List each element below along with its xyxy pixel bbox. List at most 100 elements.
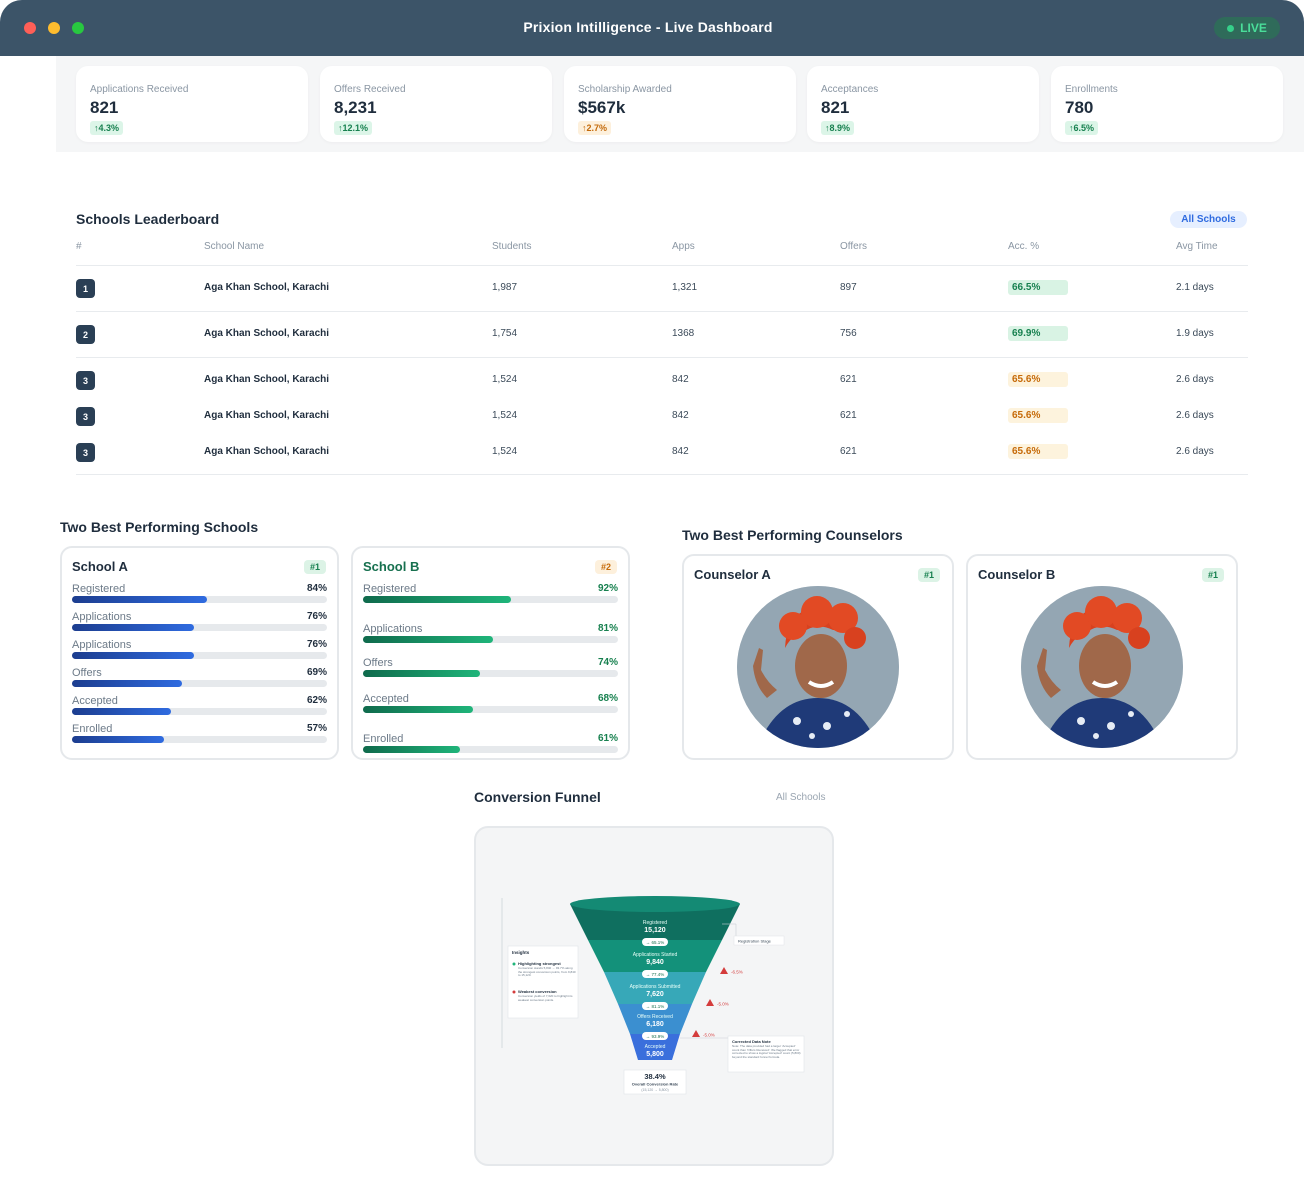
kpi-card-acceptances[interactable]: Acceptances 821 ↑8.9% xyxy=(807,66,1039,142)
rank-badge: 2 xyxy=(76,325,95,344)
window-title: Prixion Intilligence - Live Dashboard xyxy=(523,19,773,35)
stage-value: 7,620 xyxy=(646,991,664,998)
kpi-card-offers[interactable]: Offers Received 8,231 ↑12.1% xyxy=(320,66,552,142)
metric-value: 84% xyxy=(306,583,327,594)
metric-label: Applications xyxy=(363,623,423,635)
students-cell: 1,754 xyxy=(492,328,518,339)
column-header-apps[interactable]: Apps xyxy=(672,241,695,252)
apps-cell: 842 xyxy=(672,374,689,385)
kpi-label: Scholarship Awarded xyxy=(578,84,672,95)
metric-progress-track xyxy=(363,670,618,677)
avg-time-cell: 2.6 days xyxy=(1176,410,1214,421)
kpi-label: Acceptances xyxy=(821,84,879,95)
header-divider xyxy=(76,265,1248,266)
stage-value: 5,800 xyxy=(646,1051,664,1058)
leaderboard-title: Schools Leaderboard xyxy=(76,211,220,227)
metric-label: Enrolled xyxy=(363,733,404,745)
students-cell: 1,524 xyxy=(492,410,518,421)
kpi-value: 8,231 xyxy=(334,98,377,117)
metric-label: Enrolled xyxy=(72,723,113,735)
metric-label: Applications xyxy=(72,639,132,651)
kpi-card-enrollments[interactable]: Enrollments 780 ↑6.5% xyxy=(1051,66,1283,142)
insight-strong-text: Conversion stands 5,840 → 93.7% along th… xyxy=(518,967,576,978)
strong-dot-icon xyxy=(512,962,516,966)
metric-progress-fill xyxy=(363,670,480,677)
drop-rate: -5.0% xyxy=(703,1033,715,1038)
metric-progress-fill xyxy=(363,706,473,713)
overall-label: Overall Conversion Rate xyxy=(632,1082,679,1087)
counselor-card-b[interactable]: Counselor B #1 xyxy=(966,554,1238,760)
metric-progress-track xyxy=(363,636,618,643)
metric-label: Offers xyxy=(363,657,393,669)
drop-rate: -6.5% xyxy=(731,970,743,975)
metric-progress-fill xyxy=(72,596,207,603)
school-name-cell: Aga Khan School, Karachi xyxy=(204,410,330,421)
kpi-change-badge: ↑4.3% xyxy=(90,121,124,135)
metric-progress-track xyxy=(72,652,327,659)
kpi-label: Offers Received xyxy=(334,84,406,95)
metric-progress-fill xyxy=(363,596,511,603)
kpi-change-badge: ↑12.1% xyxy=(334,121,373,135)
metric-value: 92% xyxy=(597,583,618,594)
column-header-acceptance[interactable]: Acc. % xyxy=(1008,241,1039,252)
metric-value: 76% xyxy=(306,639,327,650)
conversion-rate-chip: → 93.9% xyxy=(646,1034,665,1039)
metric-value: 68% xyxy=(597,693,618,704)
dashboard-window: Prixion Intilligence - Live Dashboard LI… xyxy=(0,0,1304,1184)
metric-progress-fill xyxy=(363,636,493,643)
school-card-b[interactable]: School B #2 Registered 92% Applications 81%… xyxy=(351,546,630,760)
conversion-rate-chip: → 65.1% xyxy=(646,940,665,945)
note-text: Note: The data provided had a larger 'Ac… xyxy=(732,1045,801,1059)
metric-progress-fill xyxy=(72,736,164,743)
counselor-avatar xyxy=(737,586,899,748)
acceptance-badge: 66.5% xyxy=(1008,280,1068,295)
live-label: LIVE xyxy=(1240,21,1267,35)
metric-value: 57% xyxy=(306,723,327,734)
column-header-school[interactable]: School Name xyxy=(204,241,264,252)
column-header-rank: # xyxy=(76,241,82,252)
school-card-a[interactable]: School A #1 Registered 84% Applications 76%… xyxy=(60,546,339,760)
school-name: School A xyxy=(72,559,128,574)
best-schools-title: Two Best Performing Schools xyxy=(60,519,259,535)
column-header-offers[interactable]: Offers xyxy=(840,241,867,252)
counselor-name: Counselor B xyxy=(978,567,1056,582)
metric-progress-track xyxy=(72,708,327,715)
kpi-value: 780 xyxy=(1065,98,1094,117)
funnel-filter-label[interactable]: All Schools xyxy=(776,792,825,803)
students-cell: 1,524 xyxy=(492,446,518,457)
avg-time-cell: 2.6 days xyxy=(1176,446,1214,457)
students-cell: 1,524 xyxy=(492,374,518,385)
counselor-card-a[interactable]: Counselor A #1 xyxy=(682,554,954,760)
insight-strong-title: Highlighting strongest xyxy=(518,961,561,966)
live-dot-icon xyxy=(1227,24,1235,32)
column-header-students[interactable]: Students xyxy=(492,241,531,252)
metric-value: 69% xyxy=(306,667,327,678)
column-header-avg-time[interactable]: Avg Time xyxy=(1176,241,1218,252)
metric-progress-track xyxy=(363,706,618,713)
metric-progress-fill xyxy=(72,680,182,687)
leaderboard-filter-button[interactable]: All Schools xyxy=(1170,211,1247,228)
stage-value: 9,840 xyxy=(646,959,664,966)
warning-icon xyxy=(692,1030,700,1037)
rank-badge: 3 xyxy=(76,443,95,462)
live-badge: LIVE xyxy=(1214,17,1280,39)
funnel-title: Conversion Funnel xyxy=(474,789,601,805)
kpi-card-scholarship[interactable]: Scholarship Awarded $567k ↑2.7% xyxy=(564,66,796,142)
metric-progress-track xyxy=(72,736,327,743)
stage-label: Registered xyxy=(643,920,667,926)
acceptance-badge: 65.6% xyxy=(1008,408,1068,423)
offers-cell: 756 xyxy=(840,328,857,339)
metric-label: Registered xyxy=(72,583,126,595)
rank-badge: #2 xyxy=(595,560,617,574)
conversion-rate-chip: → 81.1% xyxy=(646,1004,665,1009)
avg-time-cell: 2.1 days xyxy=(1176,282,1214,293)
offers-cell: 621 xyxy=(840,446,857,457)
kpi-change-badge: ↑8.9% xyxy=(821,121,855,135)
kpi-card-applications[interactable]: Applications Received 821 ↑4.3% xyxy=(76,66,308,142)
kpi-value: 821 xyxy=(821,98,850,117)
row-divider xyxy=(76,357,1248,358)
conversion-rate-chip: → 77.4% xyxy=(646,972,665,977)
title-bar: Prixion Intilligence - Live Dashboard LI… xyxy=(0,0,1304,56)
school-name-cell: Aga Khan School, Karachi xyxy=(204,328,330,339)
insight-weak-text: Conversion yields of 7,620 to highlight … xyxy=(518,995,573,1002)
